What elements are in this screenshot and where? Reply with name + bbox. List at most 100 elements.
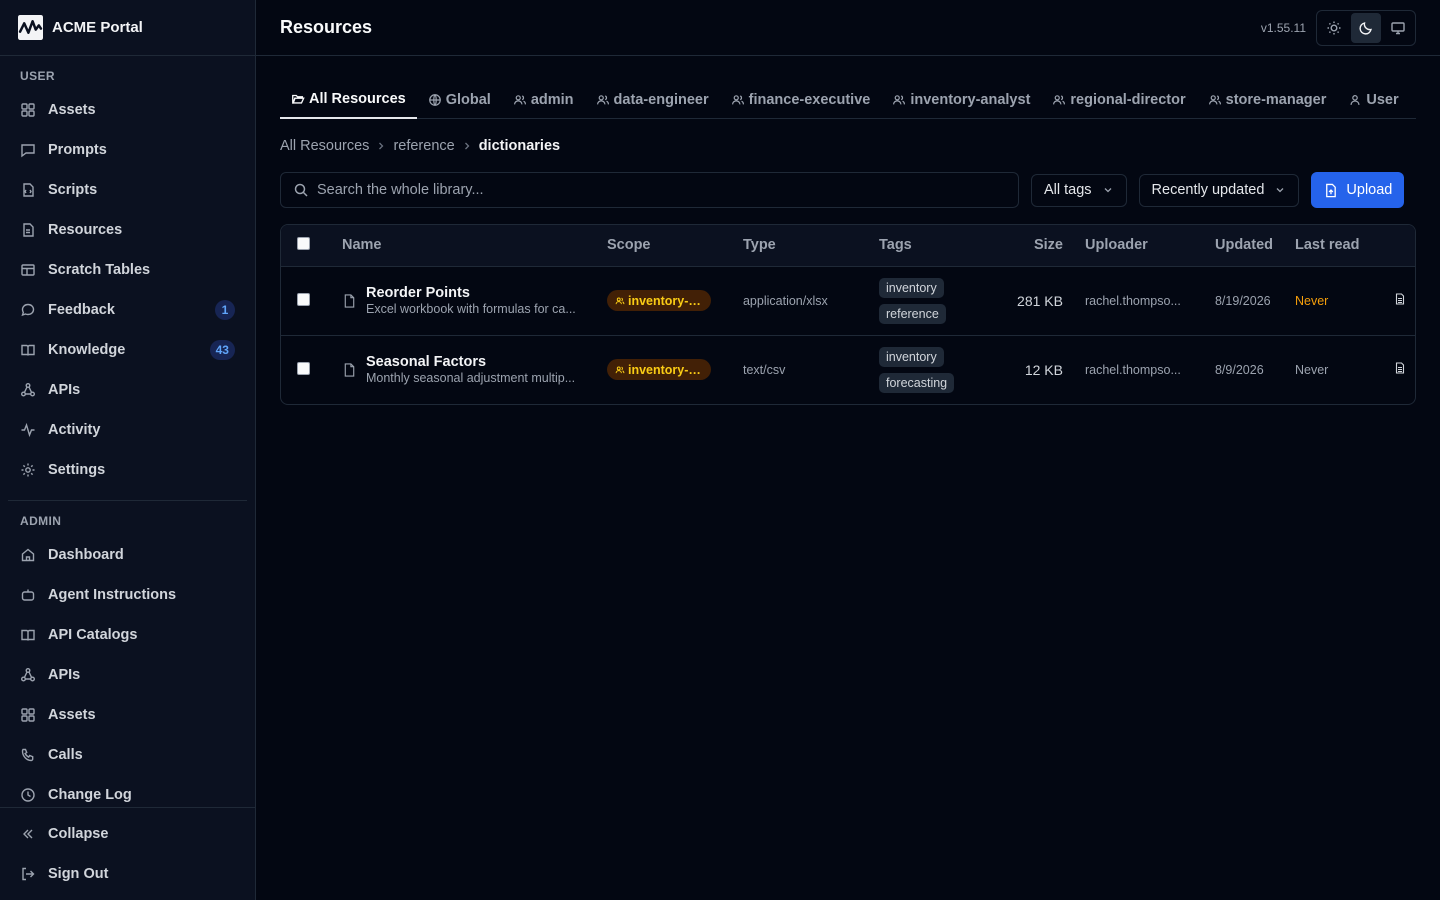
system-theme-button[interactable] (1383, 13, 1413, 43)
sidebar-item-label: Assets (48, 102, 96, 118)
resource-type: application/xlsx (742, 293, 828, 308)
message-icon (21, 144, 35, 158)
column-header-name[interactable]: Name (327, 225, 599, 266)
scope-badge: inventory-a... (606, 290, 711, 311)
sidebar: ACME Portal USER Assets Prompts Scripts … (0, 0, 256, 900)
tag-list: inventory forecasting (878, 346, 981, 393)
bot-icon (21, 589, 35, 601)
chevron-right-icon (379, 142, 384, 150)
sidebar-item-scripts[interactable]: Scripts (0, 170, 255, 210)
sidebar-item-label: Scripts (48, 182, 98, 198)
home-icon (21, 548, 35, 562)
grid-icon (21, 708, 35, 722)
logo-icon (18, 15, 43, 40)
breadcrumb-reference[interactable]: reference (393, 138, 454, 154)
tab-label: All Resources (308, 90, 406, 107)
column-header-uploader[interactable]: Uploader (1071, 225, 1207, 266)
tab-all-resources[interactable]: All Resources (279, 80, 417, 119)
chevrons-left-icon (23, 829, 33, 839)
sidebar-item-dashboard[interactable]: Dashboard (0, 535, 255, 575)
row-checkbox[interactable] (296, 361, 310, 375)
sidebar-item-assets[interactable]: Assets (0, 90, 255, 130)
tab-regional-director[interactable]: regional-director (1041, 80, 1196, 119)
app-title: ACME Portal (52, 19, 143, 36)
sidebar-item-feedback[interactable]: Feedback 1 (0, 290, 255, 330)
sidebar-nav[interactable]: USER Assets Prompts Scripts Resources Sc… (0, 56, 255, 807)
sort-value: Recently updated (1151, 182, 1265, 198)
tab-label: data-engineer (613, 91, 709, 108)
search-icon (294, 183, 308, 197)
table-row[interactable]: Reorder Points Excel workbook with formu… (280, 266, 1415, 335)
sidebar-item-label: Knowledge (48, 342, 126, 358)
upload-button[interactable]: Upload (1311, 172, 1405, 208)
users-icon (513, 94, 526, 104)
column-header-tags[interactable]: Tags (871, 225, 989, 266)
tab-finance-executive[interactable]: finance-executive (720, 80, 882, 119)
sidebar-item-apis[interactable]: APIs (0, 370, 255, 410)
sidebar-item-knowledge[interactable]: Knowledge 43 (0, 330, 255, 370)
tab-admin[interactable]: admin (502, 80, 585, 119)
sidebar-item-scratch-tables[interactable]: Scratch Tables (0, 250, 255, 290)
resource-updated: 8/19/2026 (1214, 293, 1271, 308)
dark-theme-button[interactable] (1351, 12, 1381, 43)
resource-title[interactable]: Seasonal Factors (366, 354, 584, 370)
sidebar-item-agent-instructions[interactable]: Agent Instructions (0, 575, 255, 615)
tab-data-engineer[interactable]: data-engineer (585, 80, 720, 119)
chat-icon (21, 303, 35, 317)
table-row[interactable]: Seasonal Factors Monthly seasonal adjust… (280, 335, 1415, 404)
resource-title[interactable]: Reorder Points (366, 285, 584, 301)
resource-name-cell[interactable]: Seasonal Factors Monthly seasonal adjust… (342, 354, 591, 385)
sidebar-item-prompts[interactable]: Prompts (0, 130, 255, 170)
sort-select[interactable]: Recently updated (1138, 173, 1300, 207)
document-icon[interactable] (1394, 293, 1406, 305)
sun-icon (1327, 21, 1341, 34)
brand[interactable]: ACME Portal (0, 0, 255, 56)
collapse-sidebar-button[interactable]: Collapse (0, 814, 255, 854)
tab-store-manager[interactable]: store-manager (1197, 80, 1338, 119)
sidebar-item-label: APIs (48, 667, 81, 683)
column-header-last-read[interactable]: Last read (1287, 225, 1415, 266)
tab-inventory-analyst[interactable]: inventory-analyst (881, 80, 1041, 119)
sidebar-item-admin-apis[interactable]: APIs (0, 655, 255, 695)
sidebar-item-resources[interactable]: Resources (0, 210, 255, 250)
sidebar-item-change-log[interactable]: Change Log (0, 775, 255, 807)
column-header-scope[interactable]: Scope (599, 225, 735, 266)
search-input[interactable] (316, 182, 1006, 198)
sidebar-item-activity[interactable]: Activity (0, 410, 255, 450)
column-header-size[interactable]: Size (989, 225, 1071, 266)
network-icon (21, 383, 35, 397)
sidebar-item-calls[interactable]: Calls (0, 735, 255, 775)
theme-switcher (1316, 9, 1416, 46)
sign-out-button[interactable]: Sign Out (0, 854, 255, 894)
select-all-checkbox[interactable] (296, 236, 310, 250)
users-icon (731, 94, 744, 104)
upload-label: Upload (1346, 182, 1393, 198)
tags-filter-select[interactable]: All tags (1030, 173, 1127, 207)
document-icon[interactable] (1394, 362, 1406, 374)
tags-filter-value: All tags (1043, 182, 1092, 198)
sidebar-item-admin-assets[interactable]: Assets (0, 695, 255, 735)
resource-name-cell[interactable]: Reorder Points Excel workbook with formu… (342, 285, 591, 316)
section-label-user: USER (20, 69, 55, 83)
column-header-updated[interactable]: Updated (1207, 225, 1287, 266)
sidebar-item-label: Assets (48, 707, 96, 723)
feedback-count-badge: 1 (214, 300, 235, 320)
sidebar-item-label: Agent Instructions (48, 587, 177, 603)
resource-updated: 8/9/2026 (1214, 362, 1264, 377)
log-out-icon (22, 867, 35, 881)
breadcrumb-all-resources[interactable]: All Resources (280, 138, 369, 154)
column-header-type[interactable]: Type (735, 225, 871, 266)
main-content: Resources v1.55.11 All Resources Global … (255, 0, 1440, 900)
light-theme-button[interactable] (1319, 13, 1349, 43)
tag-chip: inventory (878, 277, 944, 298)
sidebar-item-label: Dashboard (48, 547, 124, 563)
scope-tabs: All Resources Global admin data-engineer… (279, 80, 1416, 119)
tab-global[interactable]: Global (417, 80, 502, 119)
sign-out-label: Sign Out (48, 866, 109, 882)
sidebar-item-settings[interactable]: Settings (0, 450, 255, 490)
sidebar-item-api-catalogs[interactable]: API Catalogs (0, 615, 255, 655)
sidebar-item-label: Resources (48, 222, 123, 238)
breadcrumb: All Resources reference dictionaries (280, 135, 1416, 157)
row-checkbox[interactable] (296, 292, 310, 306)
tab-user[interactable]: User (1337, 80, 1409, 119)
